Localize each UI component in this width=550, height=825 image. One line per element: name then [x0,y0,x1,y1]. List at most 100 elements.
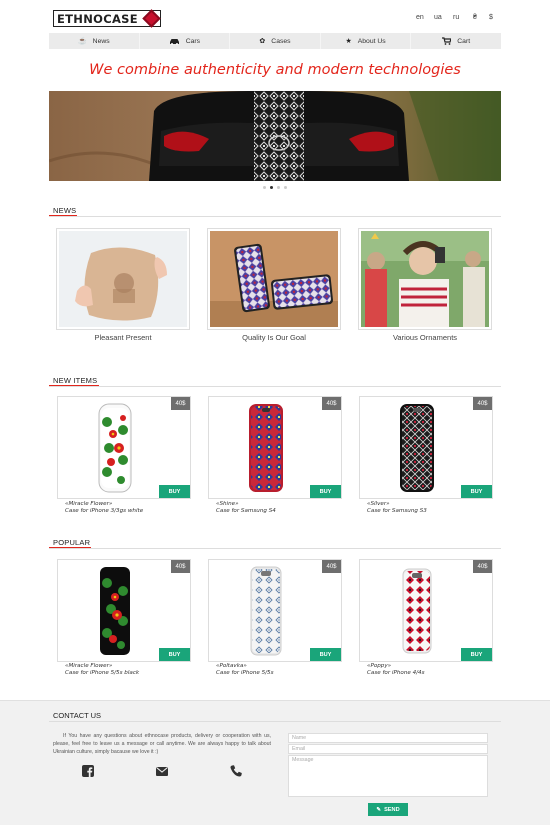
cases-icon: ✿ [259,38,266,45]
email-placeholder: Email [292,746,306,752]
nav-item-cases[interactable]: ✿ Cases [230,33,321,49]
message-placeholder: Message [292,757,314,763]
lang-ru-link[interactable]: ru [453,14,459,21]
product-title[interactable]: «Silver» Case for Samsung S3 [367,501,427,515]
product-title[interactable]: «Poltavka» Case for iPhone 5/5s [216,663,274,677]
section-divider [49,216,501,217]
popular-section-title: POPULAR [53,538,91,547]
product-card[interactable]: 40$ BUY [359,559,493,662]
product-name: «Shine» [216,501,239,507]
buy-button[interactable]: BUY [159,648,190,661]
slider-dot[interactable] [277,186,280,189]
email-field[interactable]: Email [288,744,488,754]
product-model: Case for iPhone 5/5s black [65,670,140,676]
product-card[interactable]: 40$ BUY [208,559,342,662]
news-card[interactable] [207,228,341,330]
send-label: SEND [384,806,400,813]
product-card[interactable]: 40$ BUY [57,396,191,499]
product-title[interactable]: «Miracle Flower» Case for iPhone 5/5s bl… [65,663,139,677]
product-name: «Poppy» [367,663,392,669]
product-card[interactable]: 40$ BUY [208,396,342,499]
price-tag: 40$ [473,397,492,410]
slider-dots [0,186,550,189]
product-name: «Poltavka» [216,663,247,669]
section-divider [49,548,501,549]
phone-icon[interactable] [229,764,243,778]
cart-icon [442,37,452,45]
product-image [250,566,282,656]
slider-dot-active[interactable] [270,186,273,189]
news-caption[interactable]: Various Ornaments [358,333,492,342]
price-tag: 40$ [322,397,341,410]
product-title[interactable]: «Shine» Case for Samsung S4 [216,501,276,515]
product-image [402,568,432,654]
product-card[interactable]: 40$ BUY [57,559,191,662]
product-model: Case for Samsung S3 [367,508,427,514]
news-caption[interactable]: Quality Is Our Goal [207,333,341,342]
news-section-title: NEWS [53,206,77,215]
name-field[interactable]: Name [288,733,488,743]
buy-button[interactable]: BUY [310,485,341,498]
buy-button[interactable]: BUY [159,485,190,498]
slider-dot[interactable] [284,186,287,189]
nav-item-cart[interactable]: Cart [411,33,501,49]
main-nav: ☕ News Cars ✿ Cases ★ About Us Cart [49,33,501,49]
price-tag: 40$ [171,560,190,573]
star-icon: ★ [345,38,352,45]
buy-button[interactable]: BUY [310,648,341,661]
section-divider [49,721,501,722]
currency-uah-link[interactable]: ₴ [473,14,477,21]
news-image-cases [210,231,338,327]
pencil-icon: ✎ [376,806,382,813]
news-card[interactable] [358,228,492,330]
name-placeholder: Name [292,735,307,741]
buy-button[interactable]: BUY [461,485,492,498]
tagline: We combine authenticity and modern techn… [89,62,461,78]
nav-item-label: Cars [185,37,201,45]
section-divider [49,386,501,387]
lang-en-link[interactable]: en [416,14,424,21]
nav-item-label: Cart [457,37,471,45]
product-title[interactable]: «Poppy» Case for iPhone 4/4s [367,663,425,677]
product-title[interactable]: «Miracle Flower» Case for iPhone 3/3gs w… [65,501,143,515]
news-image-ornaments [361,231,489,327]
nav-item-label: Cases [271,37,291,45]
logo-ornament-icon [142,9,161,28]
news-icon: ☕ [77,38,87,45]
product-model: Case for Samsung S4 [216,508,276,514]
news-card[interactable] [56,228,190,330]
nav-item-cars[interactable]: Cars [140,33,231,49]
buy-button[interactable]: BUY [461,648,492,661]
facebook-icon[interactable] [81,764,95,778]
send-button[interactable]: ✎ SEND [368,803,408,816]
price-tag: 40$ [473,560,492,573]
product-name: «Silver» [367,501,390,507]
nav-item-news[interactable]: ☕ News [49,33,140,49]
product-card[interactable]: 40$ BUY [359,396,493,499]
slider-dot[interactable] [263,186,266,189]
news-image-present [59,231,187,327]
logo[interactable]: ETHNOCASE [53,9,161,28]
lang-ua-link[interactable]: ua [434,14,442,21]
price-tag: 40$ [322,560,341,573]
product-name: «Miracle Flower» [65,501,113,507]
email-icon[interactable] [155,764,169,778]
currency-usd-link[interactable]: $ [489,14,493,21]
new-items-section-title: NEW ITEMS [53,376,98,385]
news-caption[interactable]: Pleasant Present [56,333,190,342]
logo-text: ETHNOCASE [57,11,138,26]
car-icon [169,38,179,45]
product-model: Case for iPhone 4/4s [367,670,425,676]
nav-item-about-us[interactable]: ★ About Us [321,33,412,49]
product-image [249,404,283,492]
price-tag: 40$ [171,397,190,410]
product-model: Case for iPhone 3/3gs white [65,508,144,514]
hero-slider[interactable] [49,91,501,181]
product-image [100,567,130,655]
hero-car-image [49,91,501,181]
header: ETHNOCASE en ua ru ₴ $ [49,9,501,28]
message-field[interactable]: Message [288,755,488,797]
contact-text: If You have any questions about ethnocas… [53,733,271,755]
nav-item-label: About Us [357,37,386,45]
product-image [98,403,132,493]
